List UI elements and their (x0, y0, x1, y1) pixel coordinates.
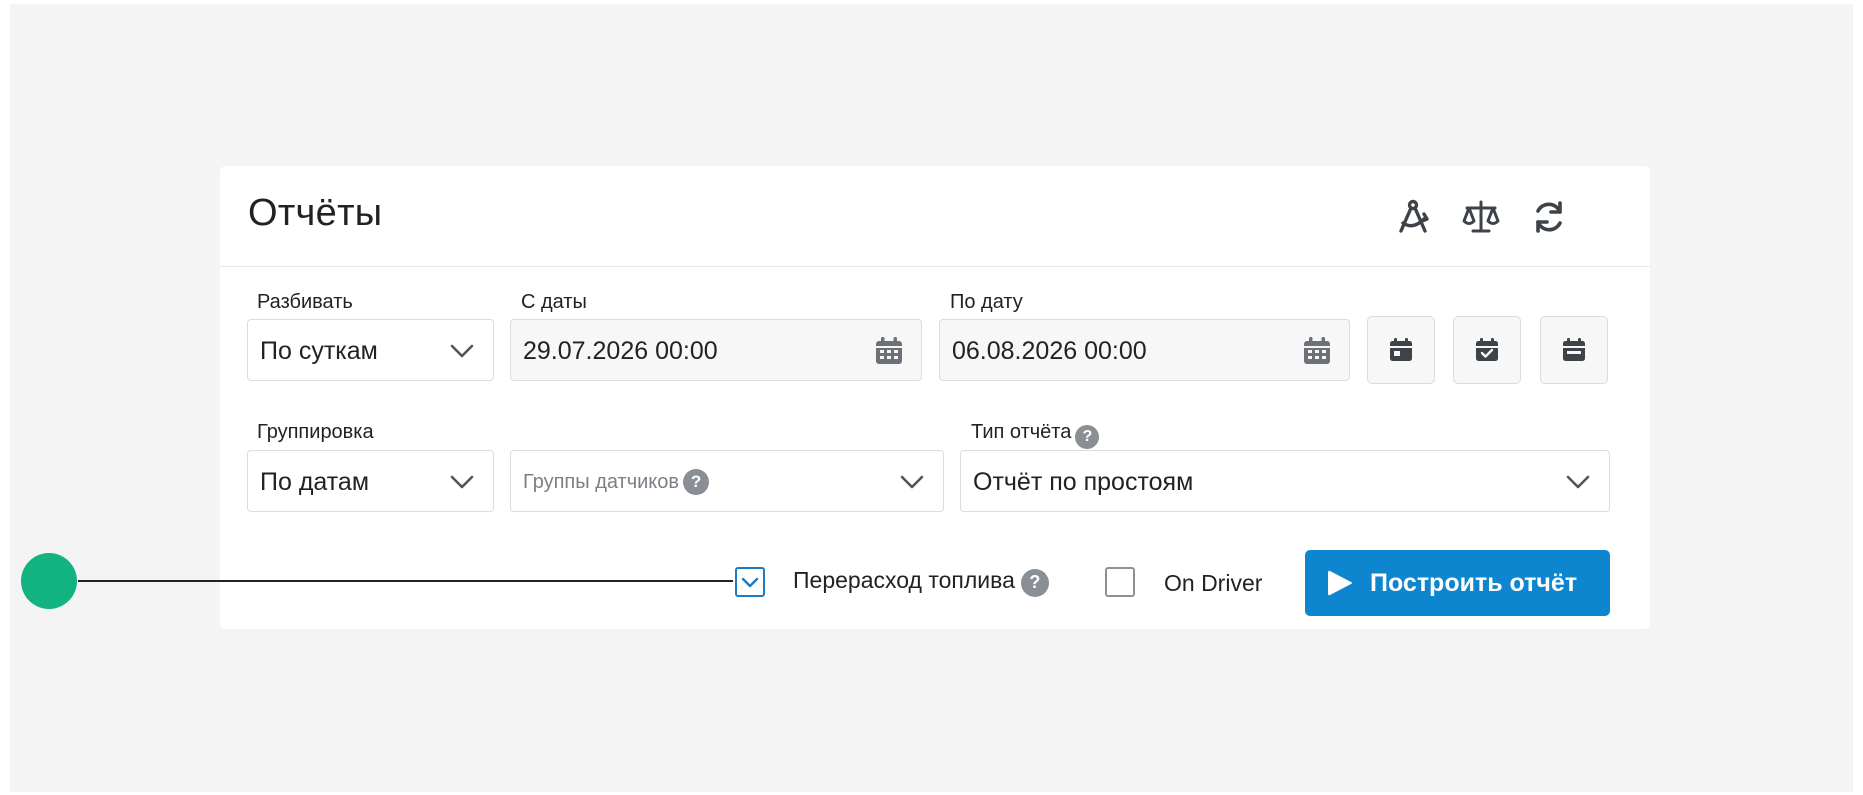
fuel-overuse-checkbox[interactable] (735, 567, 765, 597)
calendar-range-icon (1563, 338, 1585, 361)
build-report-button[interactable]: Построить отчёт (1305, 550, 1610, 616)
grouping-label: Группировка (257, 421, 374, 443)
date-from-input[interactable]: 29.07.2026 00:00 (510, 319, 922, 381)
report-type-select[interactable]: Отчёт по простоям (960, 450, 1610, 512)
date-to-input[interactable]: 06.08.2026 00:00 (939, 319, 1350, 381)
help-icon[interactable]: ? (1020, 568, 1049, 597)
play-icon (1328, 570, 1352, 596)
scales-icon[interactable] (1458, 194, 1504, 240)
report-type-label-text: Тип отчёта (971, 421, 1072, 443)
report-type-value: Отчёт по простоям (973, 468, 1194, 496)
calendar-icon[interactable] (1301, 335, 1333, 367)
help-icon[interactable]: ? (1075, 425, 1100, 449)
split-label: Разбивать (257, 291, 353, 313)
checkmark-icon (741, 577, 759, 588)
card-header: Отчёты (220, 166, 1650, 267)
sensor-groups-placeholder: Группы датчиков (523, 471, 680, 493)
chevron-down-icon (1566, 475, 1590, 489)
fuel-overuse-label-text: Перерасход топлива (793, 567, 1015, 593)
chevron-down-icon (900, 475, 924, 489)
date-from-value: 29.07.2026 00:00 (523, 337, 718, 365)
split-select[interactable]: По суткам (247, 319, 494, 381)
on-driver-label: On Driver (1164, 570, 1263, 596)
help-icon[interactable]: ? (683, 469, 710, 495)
sensor-groups-select[interactable]: Группы датчиков? (510, 450, 944, 512)
reports-card: Отчёты Разбивать По суткам С даты 29.07.… (220, 166, 1650, 629)
grouping-select[interactable]: По датам (247, 450, 494, 512)
fuel-overuse-label: Перерасход топлива? (793, 567, 1049, 597)
date-to-value: 06.08.2026 00:00 (952, 337, 1147, 365)
grouping-value: По датам (260, 468, 370, 496)
date-from-label: С даты (521, 291, 587, 313)
split-value: По суткам (260, 337, 378, 365)
calendar-check-button[interactable] (1453, 316, 1521, 384)
compass-icon[interactable] (1390, 194, 1436, 240)
build-report-label: Построить отчёт (1370, 569, 1578, 597)
annotation-pointer-line (78, 580, 733, 582)
calendar-check-icon (1476, 338, 1498, 361)
chevron-down-icon (450, 475, 474, 489)
calendar-today-button[interactable] (1367, 316, 1435, 384)
report-type-label: Тип отчёта? (971, 421, 1100, 449)
calendar-today-icon (1390, 338, 1412, 361)
page-title: Отчёты (248, 192, 383, 234)
refresh-icon[interactable] (1526, 194, 1572, 240)
on-driver-checkbox[interactable] (1105, 567, 1135, 597)
calendar-icon[interactable] (873, 335, 905, 367)
chevron-down-icon (450, 344, 474, 358)
date-to-label: По дату (950, 291, 1023, 313)
calendar-range-button[interactable] (1540, 316, 1608, 384)
annotation-pointer-dot (21, 553, 77, 609)
